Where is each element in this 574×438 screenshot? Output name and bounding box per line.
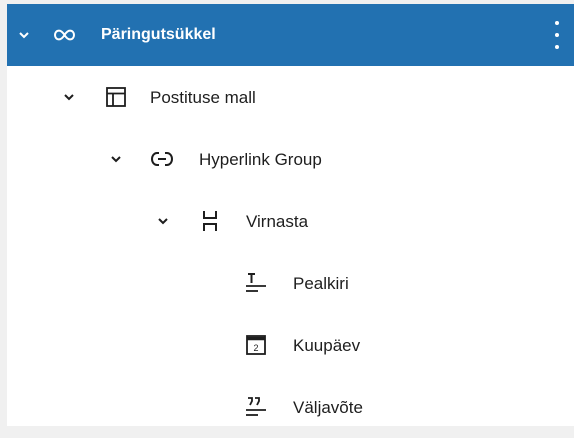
list-item-hyperlink-group[interactable]: Hyperlink Group bbox=[7, 128, 574, 190]
date-icon-text: 2 bbox=[253, 343, 258, 353]
list-item-stack[interactable]: Virnasta bbox=[7, 190, 574, 252]
more-options-icon[interactable] bbox=[554, 21, 560, 49]
list-item-query-loop[interactable]: Päringutsükkel bbox=[7, 4, 574, 66]
list-item-title[interactable]: Pealkiri bbox=[7, 252, 574, 314]
chevron-down-icon[interactable] bbox=[17, 28, 31, 42]
list-item-label: Pealkiri bbox=[293, 274, 349, 293]
template-icon bbox=[106, 87, 126, 107]
loop-icon bbox=[53, 29, 76, 41]
stack-icon bbox=[203, 211, 217, 231]
list-item-date[interactable]: 2 Kuupäev bbox=[7, 314, 574, 376]
list-item-label: Virnasta bbox=[246, 212, 309, 231]
chevron-down-icon[interactable] bbox=[156, 214, 170, 228]
title-icon bbox=[246, 273, 266, 292]
list-item-post-template[interactable]: Postituse mall bbox=[7, 66, 574, 128]
excerpt-icon bbox=[246, 397, 266, 416]
date-icon: 2 bbox=[246, 335, 266, 355]
list-item-label: Kuupäev bbox=[293, 336, 361, 355]
list-item-label: Päringutsükkel bbox=[101, 26, 216, 43]
list-item-label: Hyperlink Group bbox=[199, 150, 322, 169]
chevron-down-icon[interactable] bbox=[62, 90, 76, 104]
chevron-down-icon[interactable] bbox=[109, 152, 123, 166]
list-item-excerpt[interactable]: Väljavõte bbox=[7, 376, 574, 438]
list-item-label: Väljavõte bbox=[293, 398, 363, 417]
list-view-panel: Päringutsükkel Postituse mall Hyperlink … bbox=[7, 4, 574, 426]
link-icon bbox=[150, 152, 174, 166]
list-item-label: Postituse mall bbox=[150, 88, 256, 107]
